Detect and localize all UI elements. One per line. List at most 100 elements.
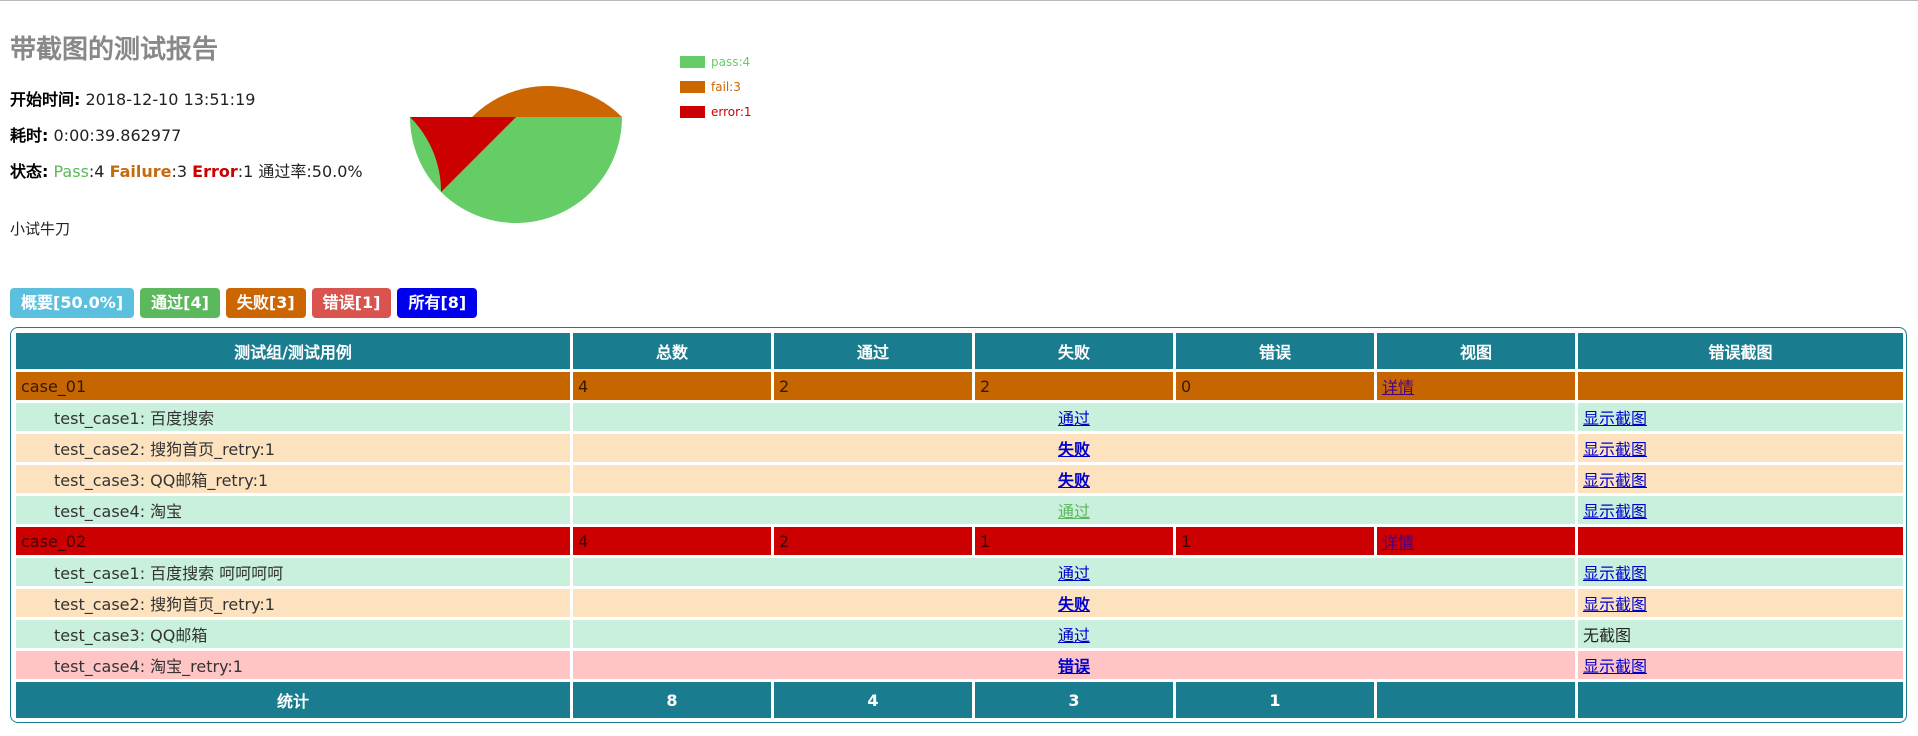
detail-link[interactable]: 详情 [1382,378,1414,397]
group-screenshot [1578,527,1903,555]
total-row: 统计 8 4 3 1 [16,682,1903,718]
result-pie-chart [410,85,622,223]
test-case-screenshot: 显示截图 [1578,651,1903,679]
test-case-name: test_case2: 搜狗首页_retry:1 [16,434,570,462]
group-view: 详情 [1377,372,1575,400]
status-link[interactable]: 通过 [1058,626,1090,645]
duration: 耗时: 0:00:39.862977 [10,122,410,146]
table-header-row: 测试组/测试用例 总数 通过 失败 错误 视图 错误截图 [16,333,1903,369]
test-case-screenshot: 显示截图 [1578,434,1903,462]
group-pass: 2 [774,372,972,400]
status-label: 状态: [10,162,49,181]
test-case-screenshot: 显示截图 [1578,589,1903,617]
status-link[interactable]: 错误 [1058,657,1090,676]
total-error: 1 [1176,682,1374,718]
filter-button-3[interactable]: 错误[1] [311,288,392,318]
show-screenshot-link[interactable]: 显示截图 [1583,564,1647,583]
legend-label: pass:4 [711,54,751,69]
legend-item-error: error:1 [680,99,752,124]
report-title: 带截图的测试报告 [10,35,219,65]
status-link[interactable]: 失败 [1058,471,1090,490]
test-case-name: test_case3: QQ邮箱_retry:1 [16,465,570,493]
pie-legend: pass:4 fail:3 error:1 [680,49,752,124]
test-case-row: test_case4: 淘宝 通过 显示截图 [16,496,1903,524]
test-case-name: test_case3: QQ邮箱 [16,620,570,648]
show-screenshot-link[interactable]: 显示截图 [1583,409,1647,428]
total-pass: 4 [774,682,972,718]
group-fail: 1 [975,527,1173,555]
pass-rate: 通过率:50.0% [258,162,363,181]
test-case-name: test_case2: 搜狗首页_retry:1 [16,589,570,617]
status-link[interactable]: 通过 [1058,502,1090,521]
error-value: :1 [237,162,254,181]
failure-label: Failure [109,162,172,181]
group-row-case_01: case_01 4 2 2 0 详情 [16,372,1903,400]
test-case-screenshot: 无截图 [1578,620,1903,648]
pass-label: Pass [53,162,89,181]
test-case-screenshot: 显示截图 [1578,496,1903,524]
column-header-2: 通过 [774,333,972,369]
show-screenshot-link[interactable]: 显示截图 [1583,440,1647,459]
total-view [1377,682,1575,718]
group-view: 详情 [1377,527,1575,555]
status-link[interactable]: 失败 [1058,440,1090,459]
status-link[interactable]: 通过 [1058,564,1090,583]
show-screenshot-link[interactable]: 显示截图 [1583,657,1647,676]
test-case-name: test_case1: 百度搜索 呵呵呵呵 [16,558,570,586]
total-label: 统计 [16,682,570,718]
legend-swatch [680,105,705,118]
test-case-status: 通过 [573,558,1575,586]
test-case-screenshot: 显示截图 [1578,465,1903,493]
report-heading: 带截图的测试报告 开始时间: 2018-12-10 13:51:19 耗时: 0… [10,29,410,254]
detail-link[interactable]: 详情 [1382,533,1414,552]
legend-label: fail:3 [711,79,741,94]
filter-button-1[interactable]: 通过[4] [140,288,220,318]
legend-swatch [680,80,705,93]
group-total: 4 [573,372,771,400]
error-label: Error [192,162,238,181]
total-count: 8 [573,682,771,718]
test-case-status: 通过 [573,403,1575,431]
report-description: 小试牛刀 [10,220,71,238]
test-case-status: 通过 [573,496,1575,524]
start-time-label: 开始时间: [10,90,81,109]
legend-item-pass: pass:4 [680,49,752,74]
test-case-name: test_case1: 百度搜索 [16,403,570,431]
test-case-row: test_case1: 百度搜索 通过 显示截图 [16,403,1903,431]
status-link[interactable]: 通过 [1058,409,1090,428]
start-time: 开始时间: 2018-12-10 13:51:19 [10,86,410,110]
test-case-screenshot: 显示截图 [1578,558,1903,586]
group-error: 1 [1176,527,1374,555]
column-header-3: 失败 [975,333,1173,369]
test-case-row: test_case1: 百度搜索 呵呵呵呵 通过 显示截图 [16,558,1903,586]
legend-item-fail: fail:3 [680,74,752,99]
group-error: 0 [1176,372,1374,400]
filter-button-2[interactable]: 失败[3] [225,288,306,318]
status-link[interactable]: 失败 [1058,595,1090,614]
result-table: 测试组/测试用例 总数 通过 失败 错误 视图 错误截图 case_01 4 2 2 0 详情 test… [13,330,1906,721]
group-total: 4 [573,527,771,555]
result-table-container: 测试组/测试用例 总数 通过 失败 错误 视图 错误截图 case_01 4 2 2 0 详情 test… [10,327,1907,723]
test-case-name: test_case4: 淘宝_retry:1 [16,651,570,679]
group-pass: 2 [774,527,972,555]
total-screenshot [1578,682,1903,718]
filter-buttons: 概要[50.0%] 通过[4] 失败[3] 错误[1] 所有[8] [10,288,478,318]
test-case-screenshot: 显示截图 [1578,403,1903,431]
duration-value: 0:00:39.862977 [53,126,182,145]
show-screenshot-link[interactable]: 显示截图 [1583,471,1647,490]
column-header-1: 总数 [573,333,771,369]
test-case-status: 错误 [573,651,1575,679]
failure-value: :3 [171,162,188,181]
show-screenshot-link[interactable]: 显示截图 [1583,502,1647,521]
filter-button-4[interactable]: 所有[8] [397,288,478,318]
total-fail: 3 [975,682,1173,718]
column-header-4: 错误 [1176,333,1374,369]
show-screenshot-link[interactable]: 显示截图 [1583,595,1647,614]
filter-button-0[interactable]: 概要[50.0%] [10,288,135,318]
test-case-row: test_case2: 搜狗首页_retry:1 失败 显示截图 [16,434,1903,462]
table-body: case_01 4 2 2 0 详情 test_case1: 百度搜索 通过 显示截图 test_… [16,372,1903,679]
legend-label: error:1 [711,104,752,119]
test-case-row: test_case4: 淘宝_retry:1 错误 显示截图 [16,651,1903,679]
start-time-value: 2018-12-10 13:51:19 [85,90,256,109]
group-name: case_01 [16,372,570,400]
